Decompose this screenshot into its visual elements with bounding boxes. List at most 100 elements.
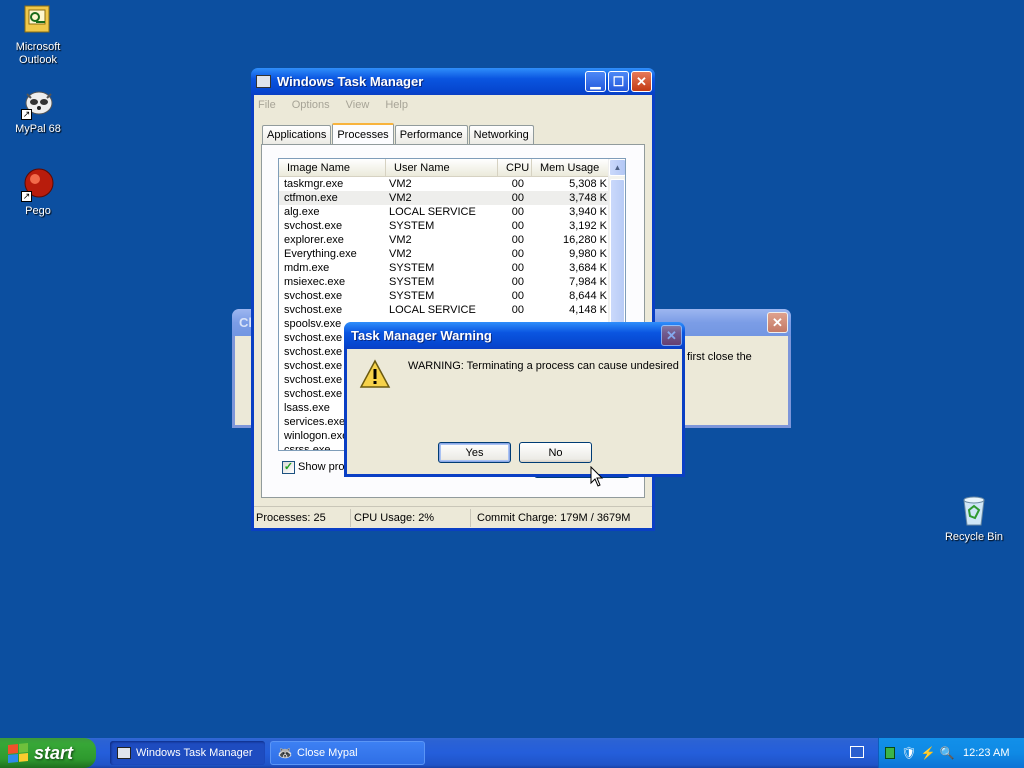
- search-icon[interactable]: 🔍: [939, 745, 955, 761]
- task-manager-app-icon: [256, 75, 271, 88]
- cell-user-name: SYSTEM: [389, 290, 435, 302]
- warning-title: Task Manager Warning: [351, 328, 492, 343]
- process-list-header: Image Name User Name CPU Mem Usage: [279, 159, 625, 177]
- cell-image-name: msiexec.exe: [284, 276, 346, 288]
- taskbar-item-close-mypal[interactable]: 🦝 Close Mypal: [270, 741, 425, 765]
- windows-logo-icon: [8, 742, 28, 764]
- close-button[interactable]: ✕: [767, 312, 788, 333]
- menu-view[interactable]: View: [346, 99, 370, 111]
- cell-mem-usage: 9,980 K: [569, 248, 607, 260]
- table-row[interactable]: taskmgr.exe VM2 00 5,308 K: [279, 177, 609, 191]
- cell-mem-usage: 3,684 K: [569, 262, 607, 274]
- task-manager-titlebar[interactable]: Windows Task Manager ▁ ☐ ✕: [251, 68, 655, 95]
- desktop-icon-pego[interactable]: ↗ Pego: [0, 168, 76, 218]
- cell-image-name: mdm.exe: [284, 262, 330, 274]
- show-processes-label: Show proc: [298, 461, 350, 473]
- cell-cpu: 00: [511, 262, 524, 274]
- table-row[interactable]: alg.exe LOCAL SERVICE 00 3,940 K: [279, 205, 609, 219]
- table-row[interactable]: svchost.exe SYSTEM 00 8,644 K: [279, 289, 609, 303]
- desktop-icon-label: MyPal 68: [15, 123, 61, 135]
- table-row[interactable]: svchost.exe LOCAL SERVICE 00 4,148 K: [279, 303, 609, 317]
- taskbar: start Windows Task Manager 🦝 Close Mypal…: [0, 738, 1024, 768]
- column-image-name[interactable]: Image Name: [279, 159, 386, 176]
- desktop-icon-mypal[interactable]: ↗ MyPal 68: [0, 86, 76, 136]
- desktop-icon-recycle-bin[interactable]: Recycle Bin: [936, 494, 1012, 544]
- cell-mem-usage: 16,280 K: [562, 234, 607, 246]
- close-button[interactable]: ✕: [631, 71, 652, 92]
- table-row[interactable]: Everything.exe VM2 00 9,980 K: [279, 247, 609, 261]
- task-manager-title: Windows Task Manager: [277, 74, 424, 89]
- cell-cpu: 00: [511, 248, 524, 260]
- shortcut-arrow-icon: ↗: [21, 191, 32, 202]
- system-tray: 🛡 ⚡ 🔍 12:23 AM: [878, 738, 1024, 768]
- network-icon[interactable]: ⚡: [920, 745, 936, 761]
- cell-mem-usage: 5,308 K: [569, 178, 607, 190]
- cell-user-name: LOCAL SERVICE: [389, 304, 476, 316]
- table-row[interactable]: svchost.exe SYSTEM 00 3,192 K: [279, 219, 609, 233]
- status-processes: Processes: 25: [254, 508, 351, 527]
- column-mem-usage[interactable]: Mem Usage: [532, 159, 609, 176]
- cell-cpu: 00: [511, 234, 524, 246]
- tab-applications[interactable]: Applications: [262, 125, 332, 144]
- recycle-bin-icon: [957, 494, 991, 528]
- clock[interactable]: 12:23 AM: [963, 747, 1009, 759]
- cell-user-name: VM2: [389, 178, 412, 190]
- menu-bar: File Options View Help: [254, 95, 652, 114]
- tab-networking[interactable]: Networking: [468, 125, 534, 144]
- task-manager-app-icon: [116, 745, 132, 761]
- pego-icon: ↗: [21, 168, 55, 202]
- cell-user-name: SYSTEM: [389, 262, 435, 274]
- cell-image-name: ctfmon.exe: [284, 192, 338, 204]
- table-row[interactable]: ctfmon.exe VM2 00 3,748 K: [279, 191, 609, 205]
- cell-image-name: explorer.exe: [284, 234, 344, 246]
- yes-button[interactable]: Yes: [438, 442, 511, 463]
- cell-cpu: 00: [511, 192, 524, 204]
- cell-image-name: alg.exe: [284, 206, 320, 218]
- cell-mem-usage: 8,644 K: [569, 290, 607, 302]
- tray-app-icon[interactable]: [882, 745, 898, 761]
- taskbar-item-label: Close Mypal: [297, 747, 358, 759]
- minimize-button[interactable]: ▁: [585, 71, 606, 92]
- menu-help[interactable]: Help: [385, 99, 408, 111]
- cell-user-name: VM2: [389, 234, 412, 246]
- table-row[interactable]: mdm.exe SYSTEM 00 3,684 K: [279, 261, 609, 275]
- status-cpu-usage: CPU Usage: 2%: [351, 508, 471, 527]
- column-cpu[interactable]: CPU: [498, 159, 532, 176]
- cell-mem-usage: 3,940 K: [569, 206, 607, 218]
- maximize-button[interactable]: ☐: [608, 71, 629, 92]
- security-shield-icon[interactable]: 🛡: [901, 745, 917, 761]
- taskbar-item-task-manager[interactable]: Windows Task Manager: [110, 741, 265, 765]
- mypal-icon: ↗: [21, 86, 55, 120]
- task-manager-warning-dialog: Task Manager Warning ✕ WARNING: Terminat…: [344, 322, 685, 477]
- tab-processes[interactable]: Processes: [332, 123, 394, 145]
- cell-cpu: 00: [511, 206, 524, 218]
- cell-cpu: 00: [511, 276, 524, 288]
- column-user-name[interactable]: User Name: [386, 159, 498, 176]
- keyboard-icon[interactable]: [850, 746, 864, 758]
- close-button[interactable]: ✕: [661, 325, 682, 346]
- start-button[interactable]: start: [0, 738, 96, 768]
- no-button[interactable]: No: [519, 442, 592, 463]
- desktop-icon-outlook[interactable]: Microsoft Outlook: [0, 4, 76, 67]
- tab-performance[interactable]: Performance: [394, 125, 468, 144]
- menu-options[interactable]: Options: [292, 99, 330, 111]
- cell-image-name: Everything.exe: [284, 248, 357, 260]
- scroll-up-icon[interactable]: ▲: [609, 159, 625, 176]
- show-processes-checkbox[interactable]: ✓: [282, 461, 295, 474]
- cell-user-name: VM2: [389, 192, 412, 204]
- outlook-icon: [21, 4, 55, 38]
- cell-cpu: 00: [511, 290, 524, 302]
- cell-user-name: VM2: [389, 248, 412, 260]
- cell-mem-usage: 7,984 K: [569, 276, 607, 288]
- desktop-icon-label: Recycle Bin: [944, 531, 1004, 543]
- menu-file[interactable]: File: [258, 99, 276, 111]
- table-row[interactable]: msiexec.exe SYSTEM 00 7,984 K: [279, 275, 609, 289]
- cell-image-name: svchost.exe: [284, 220, 343, 232]
- status-commit-charge: Commit Charge: 179M / 3679M: [477, 511, 631, 524]
- mouse-cursor-icon: [590, 465, 604, 491]
- table-row[interactable]: explorer.exe VM2 00 16,280 K: [279, 233, 609, 247]
- warning-titlebar[interactable]: Task Manager Warning ✕: [344, 322, 685, 349]
- desktop-icon-label: Microsoft Outlook: [15, 41, 61, 66]
- cell-user-name: SYSTEM: [389, 276, 435, 288]
- cell-image-name: svchost.exe: [284, 290, 343, 302]
